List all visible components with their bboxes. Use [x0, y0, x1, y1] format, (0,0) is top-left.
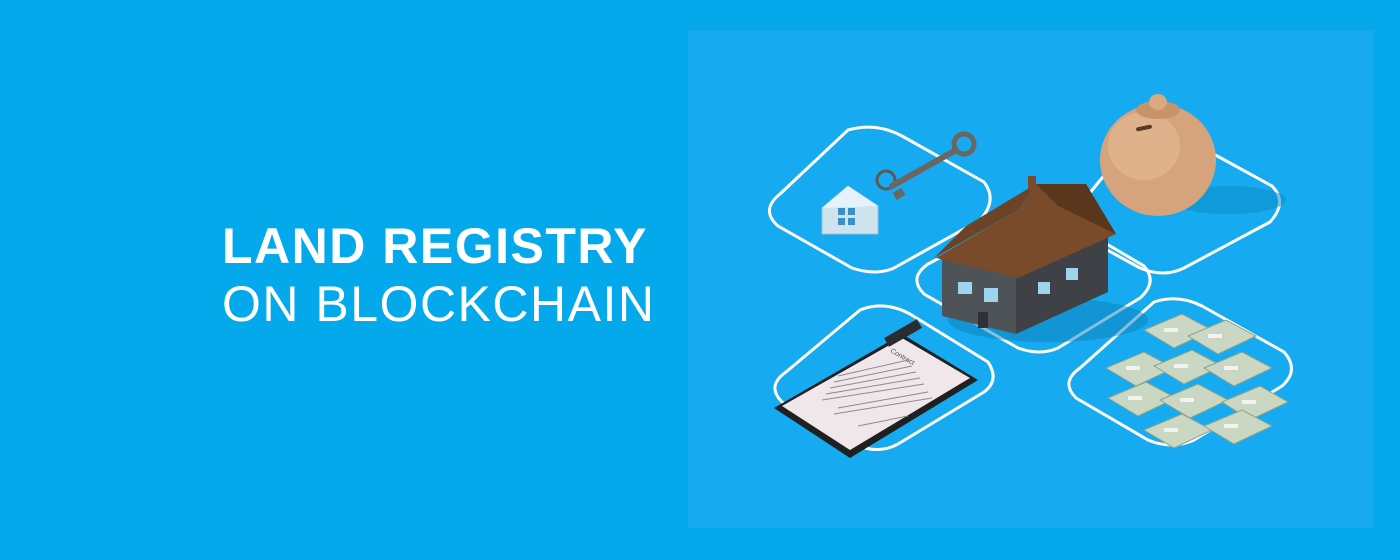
key-icon [889, 131, 977, 200]
house-keychain-icon [821, 169, 897, 235]
clipboard-contract-icon: Contract [774, 319, 978, 458]
illustration-panel: Contract [688, 30, 1374, 528]
headline-subtitle: ON BLOCKCHAIN [222, 276, 656, 332]
house-icon [934, 176, 1148, 342]
hero-banner: LAND REGISTRY ON BLOCKCHAIN Contract [0, 0, 1400, 560]
headline: LAND REGISTRY ON BLOCKCHAIN [222, 218, 655, 334]
headline-title: LAND REGISTRY [222, 218, 648, 274]
isometric-illustration: Contract [768, 94, 1293, 458]
piggy-bank-icon [1100, 94, 1286, 216]
cash-stack-icon [1104, 313, 1290, 449]
